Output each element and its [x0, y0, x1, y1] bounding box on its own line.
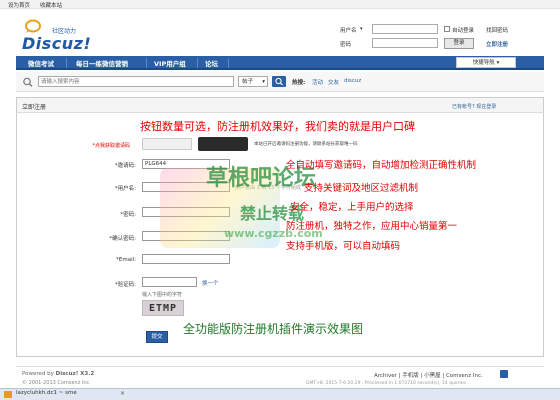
promo-line-4: 安全，稳定，上手用户的选择 — [290, 202, 414, 213]
footer-comsenz-link[interactable]: Comsenz Inc. — [446, 373, 483, 379]
hot-term-3[interactable]: discuz — [344, 78, 361, 84]
forgot-password-link[interactable]: 找回密码 — [486, 26, 508, 34]
invite-code-placeholder-box — [142, 138, 192, 150]
speech-bubble-logo-icon — [25, 19, 41, 33]
hot-search-label: 热搜: — [292, 80, 306, 86]
promo-line-1: 按钮数量可选，防注册机效果好，我们卖的就是用户口碑 — [140, 120, 415, 133]
invite-code-label: *邀请码: — [114, 163, 136, 169]
chevron-down-icon: ▾ — [496, 60, 500, 66]
footer-mobile-link[interactable]: 手机版 — [402, 373, 419, 379]
autologin-label: 自动登录 — [452, 28, 475, 34]
login-now-link[interactable]: 已有帐号? 现在登录 — [452, 103, 496, 110]
hot-term-1[interactable]: 活动 — [312, 78, 323, 86]
footer-copyright: © 2001-2013 Comsenz Inc. — [22, 380, 91, 386]
password-label: 密码 — [340, 42, 352, 48]
invite-code-note: 本站已开启邀请码注册功能，请联系站长获取唯一码 — [254, 142, 358, 147]
close-icon[interactable]: × — [120, 390, 125, 397]
promo-line-6: 支持手机版，可以自动填码 — [286, 241, 401, 252]
scroll-top-icon[interactable] — [500, 370, 508, 378]
taskbar: lazycluhkh.dc1 ~ sme × — [0, 388, 560, 400]
footer-gmt: GMT+8, 2015-7-6 20:29 , Processed in 1.0… — [306, 381, 469, 386]
promo-caption: 全功能版防注册机插件演示效果图 — [183, 322, 364, 336]
captcha-image: ETMP — [142, 300, 184, 316]
password-field-label: *密码: — [120, 212, 136, 218]
search-type-label: 帖子 — [242, 79, 254, 85]
promo-line-2: 全自动填写邀请码，自动增加检测正确性机制 — [286, 160, 477, 171]
register-link[interactable]: 立即注册 — [486, 40, 508, 48]
footer-archiver-link[interactable]: Archiver — [374, 373, 397, 379]
footer-blackroom-link[interactable]: 小黑屋 — [424, 373, 441, 379]
get-invite-code-label[interactable]: *点我获取邀请码 — [70, 142, 130, 149]
nav-item-daily[interactable]: 每日一练微信营销 — [76, 58, 128, 68]
captcha-hint: 输入下图中的字符 — [142, 292, 183, 298]
nav-item-forum[interactable]: 论坛 — [205, 58, 218, 68]
invite-code-button[interactable] — [198, 137, 248, 151]
top-bar: 设为首页 收藏本站 — [0, 0, 560, 9]
captcha-label: *验证码: — [114, 282, 136, 288]
set-home-link[interactable]: 设为首页 — [8, 1, 30, 9]
taskbar-tab[interactable]: lazycluhkh.dc1 ~ sme — [16, 390, 77, 396]
footer-divider — [16, 366, 544, 367]
footer-links: Archiver | 手机版 | 小黑屋 | Comsenz Inc. — [374, 373, 483, 379]
site-logo[interactable]: Discuz! — [22, 34, 91, 53]
chevron-down-icon[interactable]: ▾ — [360, 26, 363, 32]
email-input[interactable] — [142, 254, 230, 264]
submit-button[interactable]: 提交 — [146, 331, 168, 343]
email-label: *Email: — [116, 257, 136, 263]
search-type-select[interactable]: 帖子 ▾ — [238, 76, 268, 87]
search-input[interactable] — [38, 76, 234, 87]
username-label: 用户名 — [340, 28, 357, 34]
quick-nav-button[interactable]: 快捷导航 ▾ — [456, 57, 516, 68]
page-title: 立即注册 — [22, 104, 47, 111]
powered-label: Powered by — [22, 371, 54, 377]
nav-item-exam[interactable]: 微信考试 — [28, 58, 54, 68]
search-button[interactable] — [272, 76, 286, 87]
hot-term-2[interactable]: 交友 — [328, 78, 339, 86]
login-password-input[interactable] — [372, 38, 438, 48]
footer-powered: Powered by Discuz! X3.2 — [22, 371, 94, 377]
login-username-input[interactable] — [372, 24, 438, 34]
promo-line-5: 防注册机，独特之作，应用中心销量第一 — [286, 221, 458, 232]
autologin-checkbox[interactable] — [444, 26, 450, 32]
window-icon — [4, 391, 12, 398]
search-icon — [22, 77, 34, 87]
bookmark-link[interactable]: 收藏本站 — [40, 1, 62, 9]
username-field-label: *用户名: — [114, 186, 136, 192]
promo-line-3: 支持关键词及地区过滤机制 — [304, 183, 419, 194]
nav-item-vip[interactable]: VIP用户组 — [154, 58, 186, 68]
confirm-password-label: *确认密码: — [109, 236, 136, 242]
chevron-down-icon: ▾ — [262, 79, 265, 85]
captcha-input[interactable] — [142, 277, 197, 287]
quick-nav-label: 快捷导航 — [472, 60, 495, 66]
captcha-refresh-link[interactable]: 换一个 — [202, 279, 219, 287]
login-button[interactable]: 登录 — [444, 38, 474, 49]
powered-brand[interactable]: Discuz! X3.2 — [56, 371, 95, 377]
